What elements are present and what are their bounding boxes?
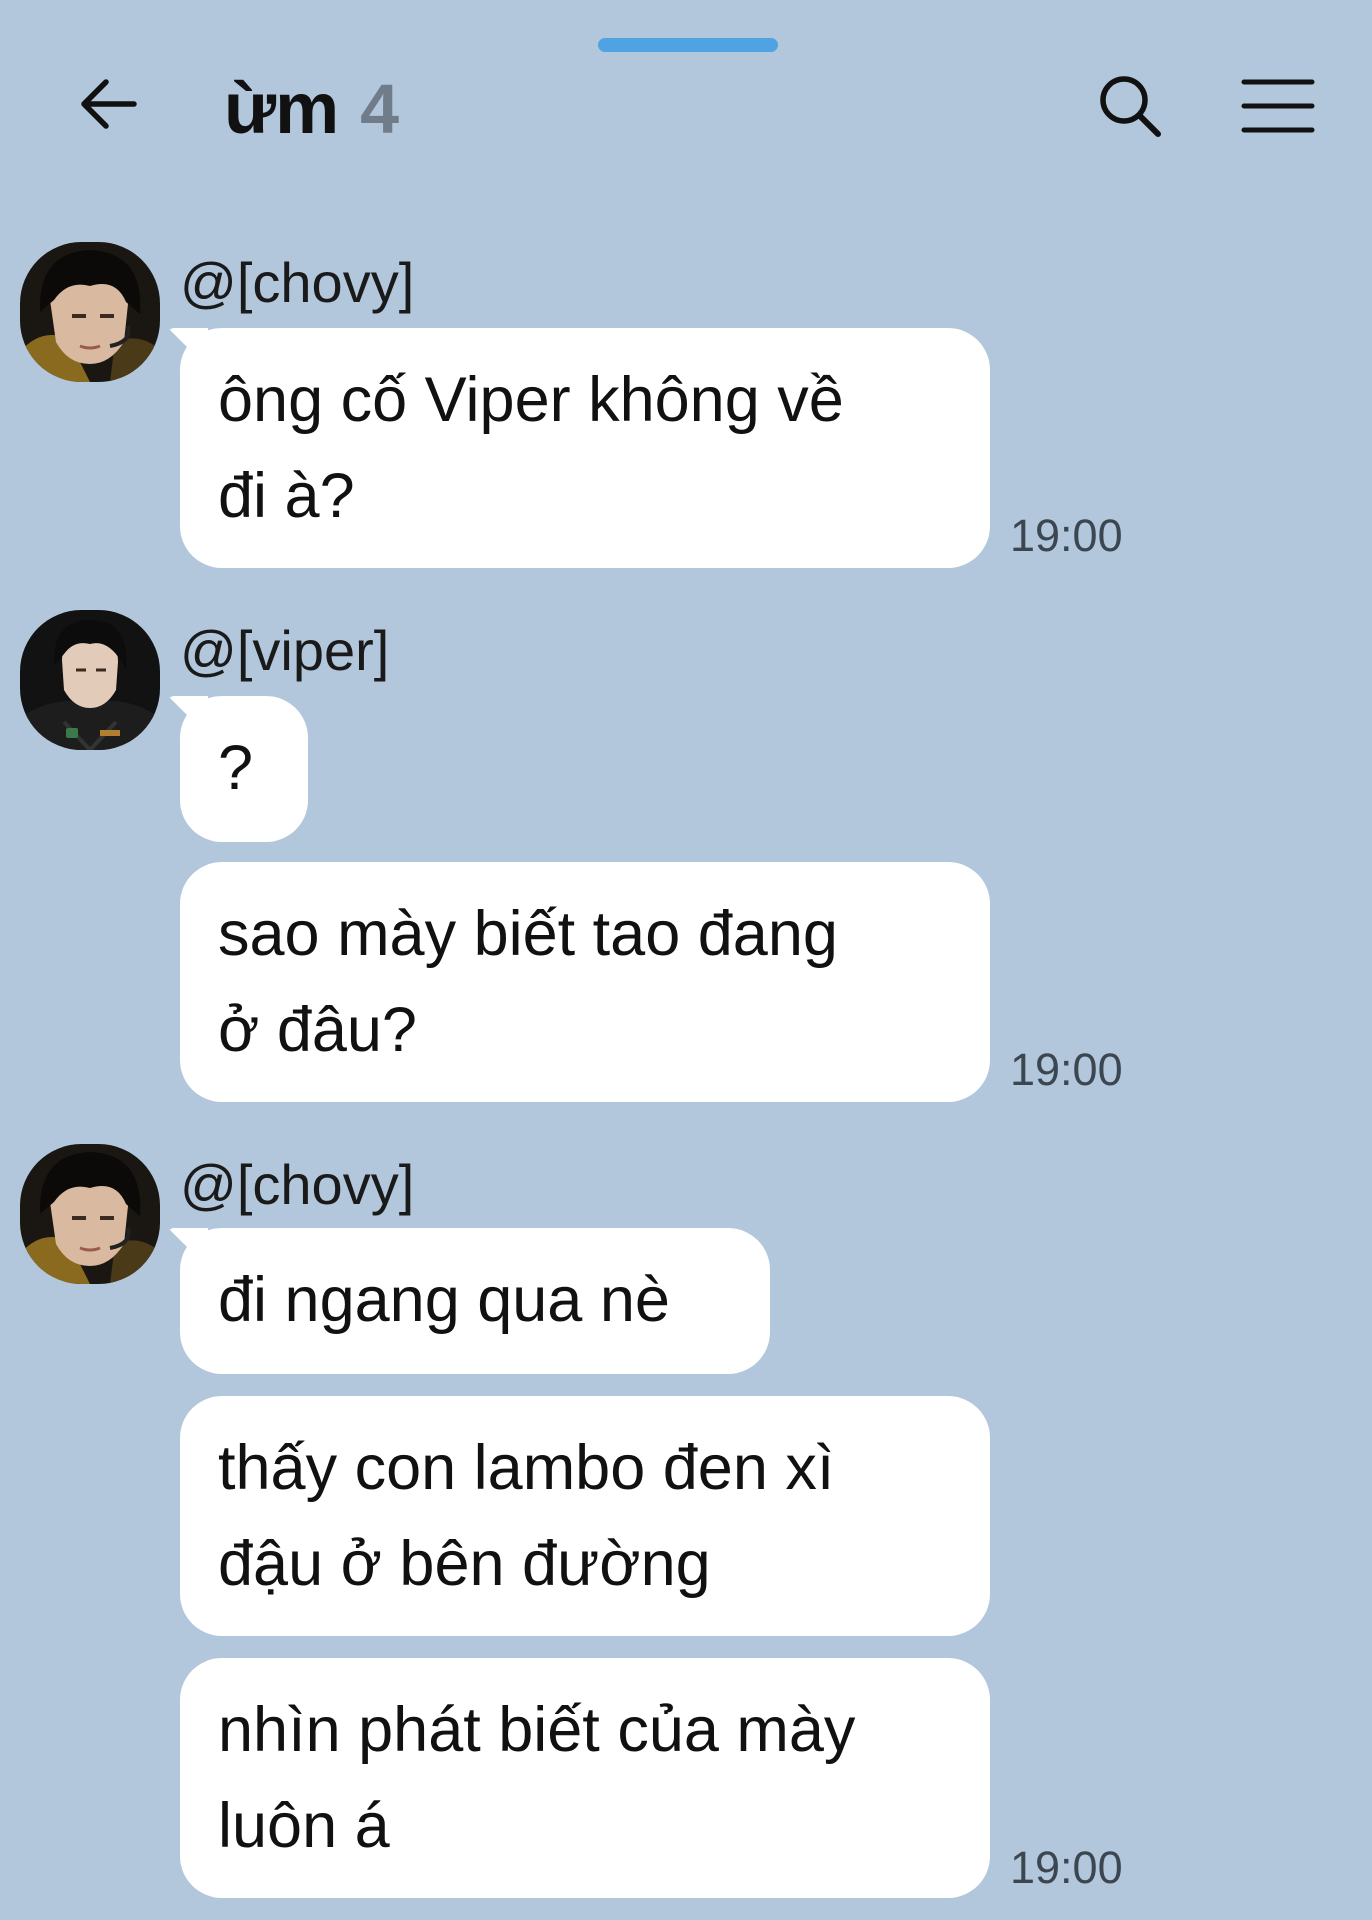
chat-name: ừm: [224, 69, 339, 149]
avatar[interactable]: [20, 1144, 160, 1284]
avatar[interactable]: [20, 610, 160, 750]
hamburger-menu-icon: [1241, 79, 1315, 133]
arrow-left-icon: [81, 79, 137, 129]
message-time: 19:00: [1010, 510, 1123, 561]
message-time: 19:00: [1010, 1842, 1123, 1893]
member-count: 4: [360, 70, 400, 148]
message-bubble[interactable]: sao mày biết tao đang ở đâu?: [180, 862, 990, 1102]
avatar-chovy-image: [20, 1144, 160, 1284]
avatar[interactable]: [20, 242, 160, 382]
message-bubble[interactable]: đi ngang qua nè: [180, 1228, 770, 1374]
chat-header: ừm 4: [0, 60, 1372, 170]
search-icon: [1100, 76, 1161, 137]
sheet-drag-handle[interactable]: [598, 38, 778, 52]
message-bubble[interactable]: ?: [180, 696, 308, 842]
search-button[interactable]: [1090, 66, 1170, 146]
chat-title: ừm 4: [224, 68, 400, 149]
message-bubble[interactable]: thấy con lambo đen xì đậu ở bên đường: [180, 1396, 990, 1636]
menu-button[interactable]: [1236, 66, 1320, 146]
avatar-chovy-image: [20, 242, 160, 382]
message-bubble[interactable]: nhìn phát biết của mày luôn á: [180, 1658, 990, 1898]
avatar-viper-image: [20, 610, 160, 750]
back-button[interactable]: [70, 66, 146, 142]
chat-screen: ừm 4 @[chovy] ông cố Viper không về đi à…: [0, 0, 1372, 1920]
message-bubble[interactable]: ông cố Viper không về đi à?: [180, 328, 990, 568]
sender-name: @[chovy]: [180, 1153, 415, 1216]
sender-name: @[chovy]: [180, 251, 415, 314]
sender-name: @[viper]: [180, 619, 390, 682]
message-time: 19:00: [1010, 1044, 1123, 1095]
